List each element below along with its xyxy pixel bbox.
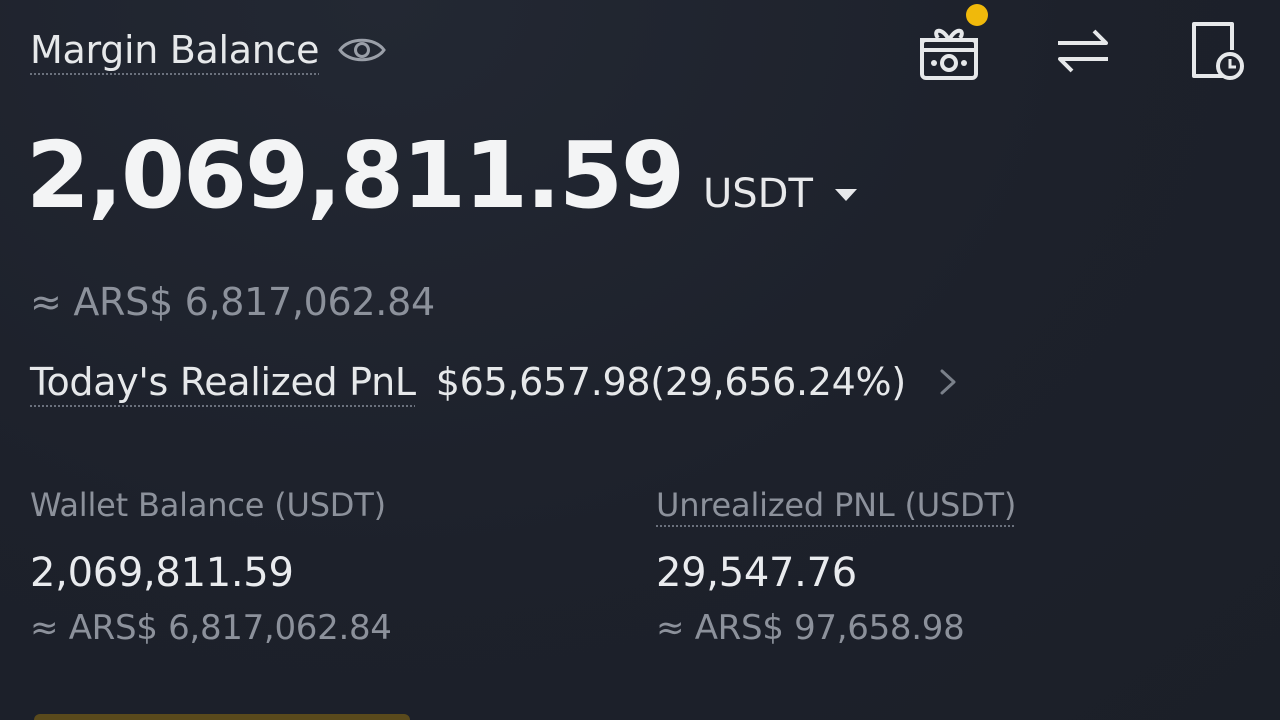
todays-pnl-row[interactable]: Today's Realized PnL $65,657.98(29,656.2… bbox=[30, 360, 960, 404]
futures-account-panel: Margin Balance 2,069,811.59 USDT ≈ ARS$ … bbox=[0, 0, 1280, 720]
unrealized-pnl-label[interactable]: Unrealized PNL (USDT) bbox=[656, 484, 1016, 526]
unrealized-pnl-section: Unrealized PNL (USDT) 29,547.76 ≈ ARS$ 9… bbox=[656, 484, 1016, 648]
margin-balance-value: 2,069,811.59 bbox=[26, 122, 685, 229]
title-row: Margin Balance bbox=[30, 26, 387, 74]
notification-dot bbox=[966, 4, 988, 26]
history-icon[interactable] bbox=[1182, 16, 1252, 86]
page-title[interactable]: Margin Balance bbox=[30, 26, 320, 74]
margin-balance: 2,069,811.59 USDT bbox=[26, 122, 857, 230]
transfer-icon[interactable] bbox=[1048, 16, 1118, 86]
wallet-balance-label: Wallet Balance (USDT) bbox=[30, 486, 386, 524]
wallet-balance-value: 2,069,811.59 bbox=[30, 550, 294, 596]
wallet-balance-approx: ≈ ARS$ 6,817,062.84 bbox=[30, 608, 392, 648]
header-actions bbox=[914, 4, 1252, 86]
margin-balance-approx: ≈ ARS$ 6,817,062.84 bbox=[30, 280, 435, 324]
bottom-action-button[interactable] bbox=[34, 714, 410, 720]
gift-icon[interactable] bbox=[914, 4, 988, 86]
eye-icon[interactable] bbox=[337, 33, 387, 67]
caret-down-icon[interactable] bbox=[834, 189, 857, 201]
wallet-balance-section: Wallet Balance (USDT) 2,069,811.59 ≈ ARS… bbox=[30, 484, 392, 648]
unrealized-pnl-approx: ≈ ARS$ 97,658.98 bbox=[656, 608, 965, 648]
unrealized-pnl-value: 29,547.76 bbox=[656, 550, 857, 596]
pnl-value: $65,657.98(29,656.24%) bbox=[435, 360, 906, 404]
pnl-label[interactable]: Today's Realized PnL bbox=[30, 360, 416, 404]
currency-selector[interactable]: USDT bbox=[703, 171, 813, 217]
chevron-right-icon[interactable] bbox=[936, 365, 960, 399]
